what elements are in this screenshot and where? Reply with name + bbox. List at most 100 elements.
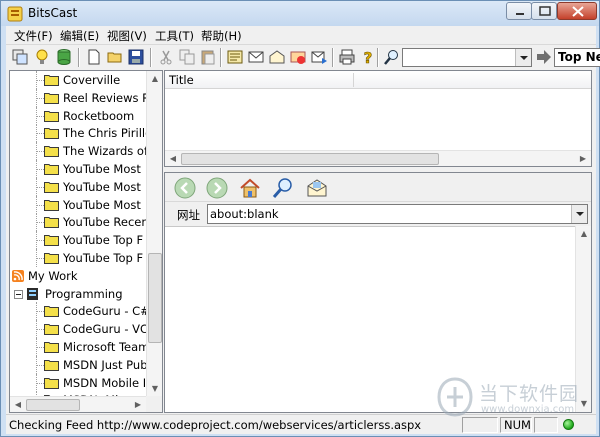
- tree-item[interactable]: Programming: [10, 285, 146, 303]
- tree-item[interactable]: YouTube Recen: [10, 213, 146, 232]
- tree-connector: [36, 80, 44, 81]
- folder-icon: [44, 181, 59, 193]
- tree-connector: [36, 347, 44, 348]
- tree-connector: [36, 71, 37, 89]
- tree-connector: [36, 97, 44, 99]
- open-folder-icon[interactable]: [106, 48, 124, 66]
- address-dropdown-button[interactable]: [571, 205, 587, 223]
- go-arrow-icon[interactable]: [535, 48, 553, 66]
- menu-tools[interactable]: 工具(T): [155, 28, 194, 44]
- tree-item[interactable]: YouTube Most: [10, 177, 146, 196]
- tree-vertical-scroll-thumb[interactable]: [148, 253, 162, 343]
- tree-item-label: YouTube Most: [63, 197, 141, 212]
- folder-icon: [44, 75, 59, 86]
- close-button[interactable]: [557, 2, 597, 20]
- tree-connector: [36, 133, 44, 135]
- book-icon: [27, 287, 38, 300]
- tree-item[interactable]: The Wizards of: [10, 142, 146, 161]
- tree-item[interactable]: Reel Reviews Ra: [10, 88, 146, 107]
- browser-nav-bar: [165, 173, 591, 202]
- tree-item[interactable]: YouTube Top F: [10, 231, 146, 250]
- scroll-right-icon[interactable]: ▶: [130, 397, 146, 412]
- save-icon[interactable]: [127, 48, 145, 66]
- tree-item[interactable]: YouTube Top F: [10, 249, 146, 267]
- search-icon[interactable]: [383, 48, 401, 66]
- minimize-icon: [516, 13, 524, 15]
- menu-view[interactable]: 视图(V): [107, 28, 147, 44]
- folder-icon: [44, 217, 59, 229]
- copy-feeds-icon[interactable]: [11, 48, 29, 66]
- svg-text:?: ?: [364, 49, 373, 66]
- folder-icon: [44, 110, 59, 122]
- mail-icon[interactable]: [247, 48, 265, 66]
- tree-item-label: Reel Reviews Ra: [63, 90, 146, 105]
- lightbulb-icon[interactable]: [33, 48, 51, 66]
- scroll-left-icon[interactable]: ◀: [165, 151, 181, 167]
- folder-icon: [44, 253, 59, 264]
- column-divider[interactable]: [353, 73, 354, 87]
- tree-item[interactable]: Microsoft Team: [10, 338, 146, 356]
- minimize-button[interactable]: [506, 2, 532, 20]
- properties-icon[interactable]: [226, 48, 244, 66]
- item-list: Title ◀ ▶: [164, 70, 592, 167]
- print-icon[interactable]: [338, 48, 356, 66]
- collapse-icon[interactable]: [14, 289, 23, 299]
- search-input[interactable]: [403, 49, 515, 66]
- home-icon[interactable]: [238, 176, 262, 200]
- folder-icon: [44, 377, 59, 389]
- tree-item[interactable]: Rocketboom: [10, 106, 146, 125]
- tree-item[interactable]: Coverville: [10, 71, 146, 89]
- tree-vertical-scrollbar[interactable]: ▲ ▼: [146, 71, 162, 397]
- paste-icon[interactable]: [199, 48, 217, 66]
- tree-item[interactable]: MSDN Mobile I: [10, 373, 146, 392]
- tree-item[interactable]: YouTube Most: [10, 195, 146, 214]
- scroll-left-icon[interactable]: ◀: [10, 397, 26, 412]
- cut-icon[interactable]: [157, 48, 175, 66]
- tree-item[interactable]: YouTube Most: [10, 160, 146, 178]
- scroll-down-icon[interactable]: ▼: [147, 381, 162, 397]
- database-icon[interactable]: [55, 48, 73, 66]
- scroll-up-icon[interactable]: ▲: [147, 71, 162, 87]
- address-label: 网址: [177, 208, 200, 222]
- search-dropdown-button[interactable]: [515, 49, 531, 66]
- column-title[interactable]: Title: [169, 73, 194, 87]
- tree-horizontal-scroll-thumb[interactable]: [26, 399, 80, 411]
- feed-selector[interactable]: Top Ne: [554, 48, 600, 67]
- tree-item-label: My Work: [28, 268, 78, 283]
- scroll-up-icon[interactable]: ▲: [576, 226, 592, 242]
- tree-item[interactable]: MSDN Just Pub: [10, 355, 146, 374]
- tree-item-label: YouTube Most: [63, 179, 141, 194]
- address-field[interactable]: [207, 204, 588, 224]
- folder-icon: [44, 306, 59, 318]
- tree-connector: [36, 311, 44, 313]
- folder-icon: [44, 199, 59, 211]
- list-horizontal-scroll-thumb[interactable]: [181, 153, 439, 165]
- new-file-icon[interactable]: [85, 48, 103, 66]
- tree-item[interactable]: The Chris Pirillo: [10, 124, 146, 143]
- open-mail-icon[interactable]: [268, 48, 286, 66]
- tree-connector: [36, 115, 44, 117]
- tree-item-label: Microsoft Team: [63, 340, 146, 354]
- forward-icon[interactable]: [205, 176, 229, 200]
- menu-file[interactable]: 文件(F): [14, 28, 53, 44]
- copy-icon[interactable]: [178, 48, 196, 66]
- scroll-right-icon[interactable]: ▶: [575, 151, 591, 167]
- feed-update-icon[interactable]: [289, 48, 307, 66]
- maximize-button[interactable]: [531, 2, 557, 20]
- search-box[interactable]: [402, 48, 532, 67]
- send-mail-icon[interactable]: [310, 48, 328, 66]
- tree-item[interactable]: CodeGuru - C#: [10, 302, 146, 321]
- back-icon[interactable]: [173, 176, 197, 200]
- help-icon[interactable]: ?: [359, 48, 377, 66]
- find-icon[interactable]: [271, 176, 295, 200]
- tree-horizontal-scrollbar[interactable]: ◀ ▶: [10, 396, 146, 412]
- watermark-text: 当下软件园: [479, 383, 580, 405]
- address-input[interactable]: [208, 205, 568, 223]
- tree-item[interactable]: CodeGuru - VC: [10, 320, 146, 339]
- tree-item[interactable]: My Work: [10, 267, 146, 285]
- list-horizontal-scrollbar[interactable]: ◀ ▶: [165, 150, 591, 166]
- list-header: Title: [165, 71, 591, 89]
- menu-help[interactable]: 帮助(H): [201, 28, 242, 44]
- menu-edit[interactable]: 编辑(E): [60, 28, 99, 44]
- envelope-icon[interactable]: [305, 176, 329, 200]
